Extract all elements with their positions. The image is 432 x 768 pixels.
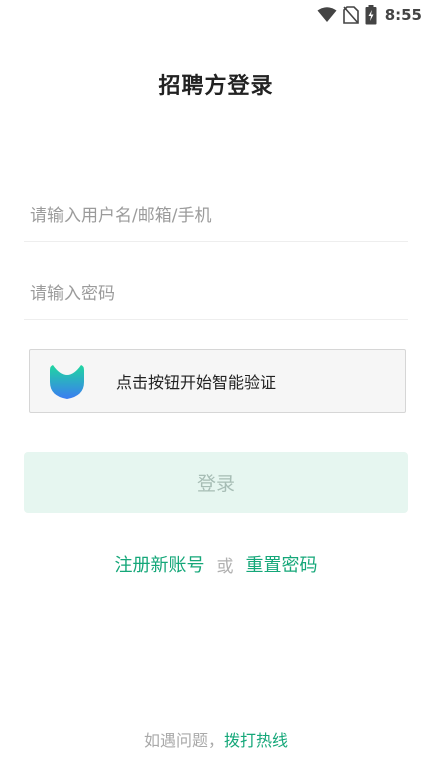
no-sim-icon (342, 6, 359, 24)
register-link[interactable]: 注册新账号 (115, 551, 205, 577)
battery-charging-icon (365, 5, 377, 25)
username-field-container (24, 190, 408, 242)
login-screen: 8:55 招聘方登录 点击按钮开始智能验证 登录 注册新账号 (0, 0, 432, 768)
login-button[interactable]: 登录 (24, 452, 408, 513)
hotline-link[interactable]: 拨打热线 (224, 731, 288, 750)
reset-password-link[interactable]: 重置密码 (246, 551, 318, 577)
password-input[interactable] (24, 268, 408, 319)
captcha-shield-icon (47, 361, 87, 401)
password-field-container (24, 268, 408, 320)
status-time: 8:55 (384, 6, 422, 24)
help-footer: 如遇问题，拨打热线 (0, 727, 432, 751)
captcha-label: 点击按钮开始智能验证 (116, 373, 277, 392)
help-text: 如遇问题， (143, 731, 224, 750)
or-separator: 或 (216, 556, 234, 577)
username-input[interactable] (24, 190, 408, 241)
page-title: 招聘方登录 (158, 74, 274, 99)
wifi-icon (317, 7, 337, 23)
account-links: 注册新账号 或 重置密码 (0, 551, 432, 577)
status-bar: 8:55 (0, 0, 432, 30)
captcha-button[interactable]: 点击按钮开始智能验证 (29, 349, 406, 413)
